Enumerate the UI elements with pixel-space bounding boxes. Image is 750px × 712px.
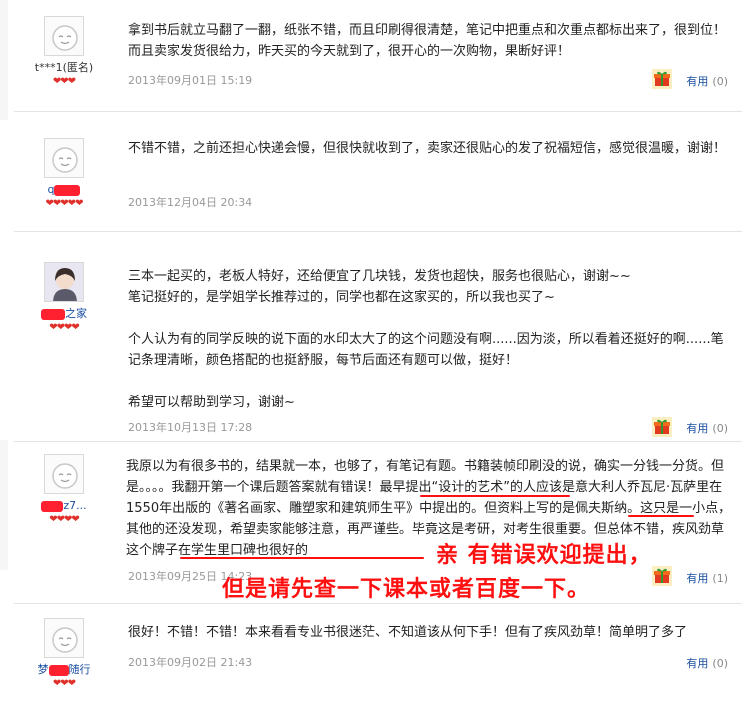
review-item: q ❤❤❤❤❤ 不错不错，之前还担心快递会慢，但很快就收到了，卖家还很贴心的发了…	[0, 112, 750, 232]
reviewer-info: 梦随行 ❤❤❤	[22, 618, 106, 689]
helpful-button[interactable]: 有用 (0)	[686, 655, 728, 671]
redacted-mark	[54, 184, 81, 196]
helpful-label[interactable]: 有用	[686, 572, 708, 585]
gift-icon[interactable]	[652, 417, 672, 437]
helpful-count: (0)	[712, 657, 728, 670]
red-underline-mark	[420, 495, 570, 497]
default-avatar-icon[interactable]	[44, 618, 84, 658]
seller-annotation-line1: 亲 有错误欢迎提出，	[436, 543, 652, 568]
review-date: 2013年10月13日 17:28	[128, 421, 253, 434]
default-avatar-icon[interactable]	[44, 454, 84, 494]
review-item: 之家 ❤❤❤❤ 三本一起买的，老板人特好，还给便宜了几块钱，发货也超快，服务也很…	[0, 232, 750, 442]
review-date: 2013年12月04日 20:34	[128, 196, 253, 209]
seller-annotation-line2: 但是请先查一下课本或者百度一下。	[222, 577, 591, 602]
reviewer-level-hearts: ❤❤❤❤❤	[45, 198, 84, 209]
redacted-mark	[48, 664, 69, 676]
helpful-label[interactable]: 有用	[686, 657, 708, 670]
reviewer-info: q ❤❤❤❤❤	[22, 138, 106, 209]
review-text: 不错不错，之前还担心快递会慢，但很快就收到了，卖家还很贴心的发了祝福短信，感觉很…	[128, 141, 727, 156]
reviewer-name[interactable]: t***1(匿名)	[22, 61, 106, 75]
default-avatar-icon[interactable]	[44, 16, 84, 56]
reviewer-name[interactable]: z7...	[22, 499, 106, 513]
helpful-count: (0)	[712, 422, 728, 435]
helpful-label[interactable]: 有用	[686, 422, 708, 435]
helpful-button[interactable]: 有用 (1)	[686, 570, 728, 586]
helpful-count: (1)	[712, 572, 728, 585]
reviewer-level-hearts: ❤❤❤	[52, 76, 76, 87]
helpful-count: (0)	[712, 75, 728, 88]
reviewer-info: t***1(匿名) ❤❤❤	[22, 16, 106, 87]
red-underline-mark	[180, 557, 424, 559]
reviewer-level-hearts: ❤❤❤❤	[49, 322, 80, 333]
reviewer-level-hearts: ❤❤❤	[52, 678, 76, 689]
gift-icon[interactable]	[652, 69, 672, 89]
default-avatar-icon[interactable]	[44, 138, 84, 178]
review-text: 拿到书后就立马翻了一翻，纸张不错，而且印刷得很清楚，笔记中把重点和次重点都标出来…	[128, 23, 727, 59]
helpful-label[interactable]: 有用	[686, 75, 708, 88]
reviewer-name[interactable]: q	[22, 183, 106, 197]
redacted-mark	[41, 308, 65, 320]
review-text: 很好！不错！不错！本来看看专业书很迷茫、不知道该从何下手！但有了疾风劲草！简单明…	[128, 625, 688, 640]
reviewer-level-hearts: ❤❤❤❤	[49, 514, 80, 525]
helpful-button[interactable]: 有用 (0)	[686, 420, 728, 436]
helpful-button[interactable]: 有用 (0)	[686, 73, 728, 89]
reviewer-info: z7... ❤❤❤❤	[22, 454, 106, 525]
reviewer-name[interactable]: 之家	[22, 307, 106, 321]
review-date: 2013年09月01日 15:19	[128, 74, 253, 87]
gift-icon[interactable]	[652, 566, 672, 586]
reviewer-info: 之家 ❤❤❤❤	[22, 262, 106, 333]
red-underline-mark	[628, 515, 694, 517]
review-text: 三本一起买的，老板人特好，还给便宜了几块钱，发货也超快，服务也很贴心，谢谢~~ …	[128, 269, 724, 410]
review-date: 2013年09月02日 21:43	[128, 656, 253, 669]
review-item: 梦随行 ❤❤❤ 很好！不错！不错！本来看看专业书很迷茫、不知道该从何下手！但有了…	[0, 604, 750, 712]
redacted-mark	[41, 500, 64, 512]
user-avatar-icon[interactable]	[44, 262, 84, 302]
reviewer-name[interactable]: 梦随行	[22, 663, 106, 677]
review-item: t***1(匿名) ❤❤❤ 拿到书后就立马翻了一翻，纸张不错，而且印刷得很清楚，…	[0, 0, 750, 112]
